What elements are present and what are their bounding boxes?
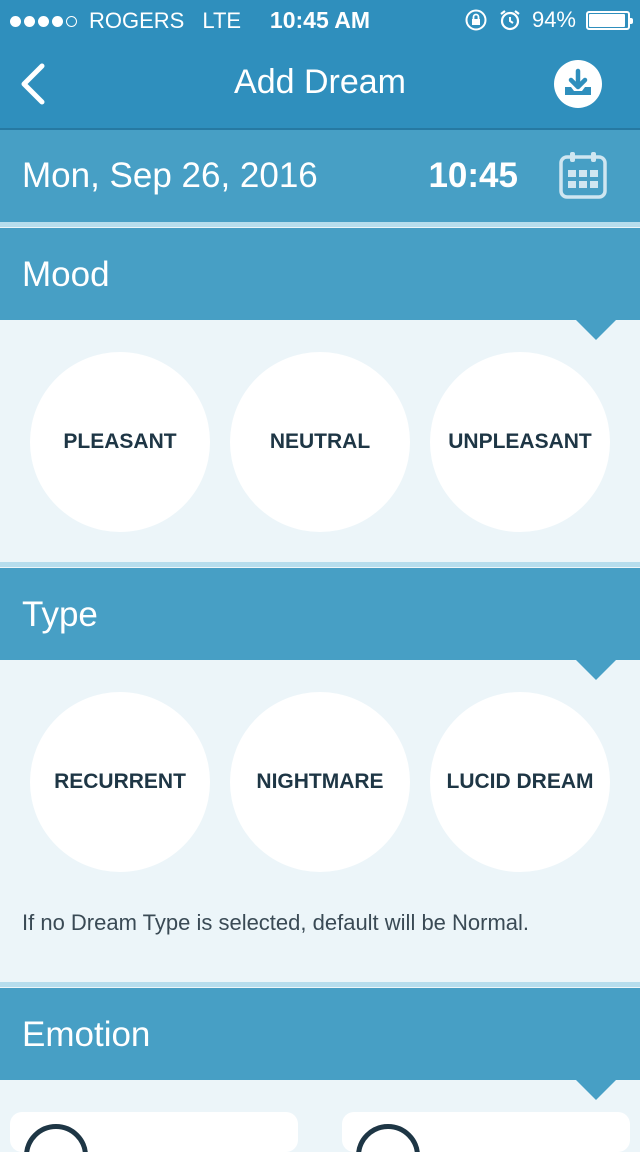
type-header-label: Type — [22, 595, 98, 634]
mood-section-header: Mood — [0, 228, 640, 340]
alarm-icon — [500, 10, 520, 31]
date-time-row[interactable]: Mon, Sep 26, 2016 10:45 — [0, 130, 640, 222]
status-bar: ROGERS LTE 10:45 AM 94% — [0, 0, 640, 42]
emotion-section-header: Emotion — [0, 988, 640, 1100]
type-option-nightmare[interactable]: NIGHTMARE — [230, 692, 410, 872]
type-default-note: If no Dream Type is selected, default wi… — [22, 910, 530, 935]
mood-option-pleasant[interactable]: PLEASANT — [30, 352, 210, 532]
emotion-card[interactable] — [10, 1112, 298, 1152]
date-value[interactable]: Mon, Sep 26, 2016 — [22, 156, 318, 196]
calendar-icon[interactable] — [558, 150, 608, 200]
mood-option-neutral[interactable]: NEUTRAL — [230, 352, 410, 532]
section-pointer — [576, 1080, 616, 1100]
mood-header-label: Mood — [22, 255, 110, 294]
emotion-card[interactable] — [342, 1112, 630, 1152]
battery-percent: 94% — [531, 7, 576, 32]
section-divider — [0, 222, 640, 227]
type-option-lucid-dream[interactable]: LUCID DREAM — [430, 692, 610, 872]
mood-options: PLEASANT NEUTRAL UNPLEASANT — [0, 352, 640, 532]
type-options: RECURRENT NIGHTMARE LUCID DREAM — [0, 692, 640, 872]
section-pointer — [576, 320, 616, 340]
battery-icon — [586, 10, 633, 30]
type-option-recurrent[interactable]: RECURRENT — [30, 692, 210, 872]
section-divider — [0, 982, 640, 987]
mood-option-unpleasant[interactable]: UNPLEASANT — [430, 352, 610, 532]
save-button[interactable] — [554, 60, 602, 108]
section-pointer — [576, 660, 616, 680]
navigation-bar: Add Dream — [0, 42, 640, 128]
type-section-header: Type — [0, 568, 640, 680]
emotion-icon — [356, 1124, 420, 1152]
emotion-icon — [24, 1124, 88, 1152]
download-tray-icon — [565, 68, 591, 95]
emotion-header-label: Emotion — [22, 1015, 151, 1054]
time-value[interactable]: 10:45 — [428, 156, 518, 196]
page-title: Add Dream — [234, 63, 406, 101]
section-divider — [0, 562, 640, 567]
orientation-lock-icon — [465, 9, 487, 31]
